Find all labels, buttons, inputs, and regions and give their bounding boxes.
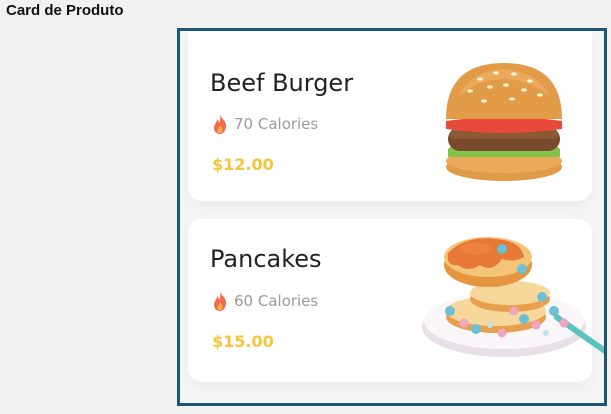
price-text: $15.00 bbox=[212, 332, 274, 351]
burger-icon bbox=[446, 63, 562, 181]
calories-text: 60 Calories bbox=[234, 292, 319, 310]
product-card-pancakes[interactable]: Pancakes 60 Calories $15.00 bbox=[188, 219, 604, 382]
calories-text: 70 Calories bbox=[234, 115, 319, 133]
page-title: Card de Produto bbox=[6, 2, 124, 19]
product-name: Beef Burger bbox=[210, 69, 354, 97]
flame-icon bbox=[214, 114, 227, 134]
pancakes-icon bbox=[422, 237, 604, 357]
product-name: Pancakes bbox=[210, 245, 322, 273]
calories-row: 60 Calories bbox=[212, 291, 318, 311]
price-text: $12.00 bbox=[212, 155, 274, 174]
calories-row: 70 Calories bbox=[212, 114, 318, 134]
product-list-frame: Beef Burger 70 Calories $12.00 Pancakes … bbox=[177, 28, 607, 406]
product-card-beef-burger[interactable]: Beef Burger 70 Calories $12.00 bbox=[188, 31, 592, 201]
flame-icon bbox=[214, 291, 227, 311]
